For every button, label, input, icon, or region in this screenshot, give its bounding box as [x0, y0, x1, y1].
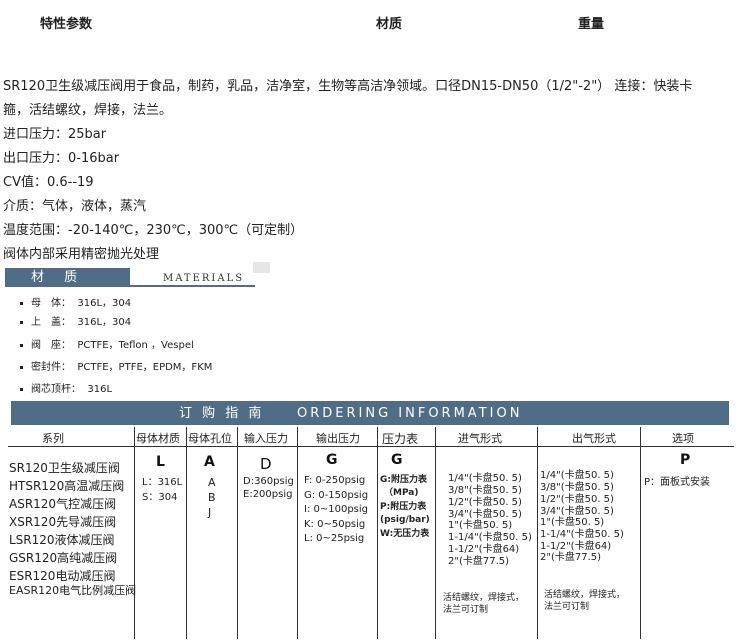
series-item: EASR120电气比例减压阀: [9, 584, 137, 597]
gauge-option: W:无压力表: [380, 529, 430, 539]
inlet-option: 2"(卡盘77.5): [448, 556, 510, 567]
bullet-icon: [20, 320, 23, 324]
col-header-option: 选项: [672, 432, 694, 445]
bullet-icon: [20, 387, 23, 391]
series-item: SR120卫生级减压阀: [9, 461, 120, 475]
output-pressure-option: I: 0~100psig: [304, 504, 369, 515]
output-pressure-option: F: 0-250psig: [304, 475, 366, 486]
ordering-title: 订 购 指 南: [179, 406, 265, 421]
description-line: 进口压力：25bar: [3, 127, 107, 142]
table-divider: [435, 427, 436, 639]
material-item: 阀芯顶杆： 316L: [20, 380, 112, 395]
table-divider: [640, 427, 641, 639]
col-header-body-port: 母体孔位: [188, 432, 232, 445]
output-pressure-option: G: 0-150psig: [304, 490, 369, 501]
gauge-option: G:附压力表: [380, 475, 427, 485]
material-item: 上 盖： 316L，304: [20, 313, 131, 328]
description-line: 箍，活结螺纹，焊接，法兰。: [3, 103, 173, 118]
table-divider: [537, 427, 538, 639]
output-pressure-code: G: [326, 452, 338, 468]
input-pressure-option: E:200psig: [243, 489, 293, 500]
body-material-code: L: [156, 454, 165, 470]
series-item: XSR120先导减压阀: [9, 515, 117, 529]
body-port-option: B: [208, 491, 216, 504]
material-item: 母 体： 316L，304: [20, 294, 131, 309]
description-line: 阀体内部采用精密抛光处理: [3, 247, 160, 262]
gauge-option: (psig/bar): [380, 515, 430, 525]
col-header-input-pressure: 输入压力: [244, 432, 288, 445]
series-item: LSR120液体减压阀: [9, 533, 115, 547]
gauge-code: G: [391, 452, 403, 468]
col-header-output-pressure: 输出压力: [316, 432, 360, 445]
body-port-option: A: [208, 476, 216, 489]
ordering-banner: 订 购 指 南 ORDERING INFORMATION: [11, 401, 729, 425]
materials-banner: 材 质 MATERIALS: [5, 268, 255, 288]
gauge-option: P:附压力表: [380, 502, 427, 512]
series-item: ASR120气控减压阀: [9, 497, 117, 511]
header-material: 材质: [376, 17, 403, 32]
decor-block: [253, 262, 270, 273]
description-line: CV值：0.6--19: [3, 175, 94, 190]
header-params: 特性参数: [40, 17, 93, 32]
body-port-option: J: [208, 506, 212, 519]
outlet-note: 法兰可订制: [544, 602, 590, 612]
material-item: 阀 座： PCTFE，Teflon ，Vespel: [20, 336, 194, 351]
col-header-series: 系列: [42, 432, 64, 445]
input-pressure-option: D:360psig: [243, 476, 294, 487]
table-divider: [297, 427, 298, 639]
ordering-title-en: ORDERING INFORMATION: [297, 406, 523, 421]
inlet-note: 法兰可订制: [443, 605, 489, 615]
col-header-gauge: 压力表: [382, 432, 419, 446]
materials-title: 材 质: [5, 268, 130, 287]
bullet-icon: [20, 343, 23, 347]
output-pressure-option: K: 0~50psig: [304, 519, 366, 530]
description-line: SR120卫生级减压阀用于食品，制药，乳品，洁净室，生物等高洁净领域。口径DN1…: [3, 79, 693, 94]
header-weight: 重量: [578, 17, 605, 32]
material-item: 密封件： PCTFE，PTFE，EPDM，FKM: [20, 358, 212, 373]
outlet-option: 2"(卡盘77.5): [540, 552, 602, 563]
materials-underline: [130, 285, 255, 287]
body-material-option: S：304: [142, 492, 178, 503]
bullet-icon: [20, 301, 23, 305]
body-material-option: L：316L: [142, 477, 183, 488]
table-divider: [134, 427, 135, 639]
col-header-outlet: 出气形式: [572, 432, 616, 445]
series-item: GSR120高纯减压阀: [9, 551, 118, 565]
description-line: 介质：气体，液体，蒸汽: [3, 199, 147, 214]
input-pressure-code: D: [260, 455, 272, 473]
table-divider: [377, 427, 378, 639]
table-divider: [237, 427, 238, 639]
description-line: 温度范围：-20-140℃，230℃，300℃（可定制）: [3, 223, 304, 238]
bullet-icon: [20, 365, 23, 369]
option-item: P：面板式安装: [644, 477, 711, 488]
gauge-option: （MPa): [384, 488, 419, 498]
option-code: P: [680, 452, 691, 468]
body-port-code: A: [204, 454, 215, 470]
col-header-body-material: 母体材质: [136, 432, 180, 445]
description-line: 出口压力：0-16bar: [3, 151, 120, 166]
output-pressure-option: L: 0~25psig: [304, 533, 365, 544]
table-rule: [8, 446, 734, 447]
series-item: HTSR120高温减压阀: [9, 479, 125, 493]
col-header-inlet: 进气形式: [458, 432, 502, 445]
table-divider: [186, 427, 187, 639]
materials-title-en: MATERIALS: [163, 273, 245, 284]
